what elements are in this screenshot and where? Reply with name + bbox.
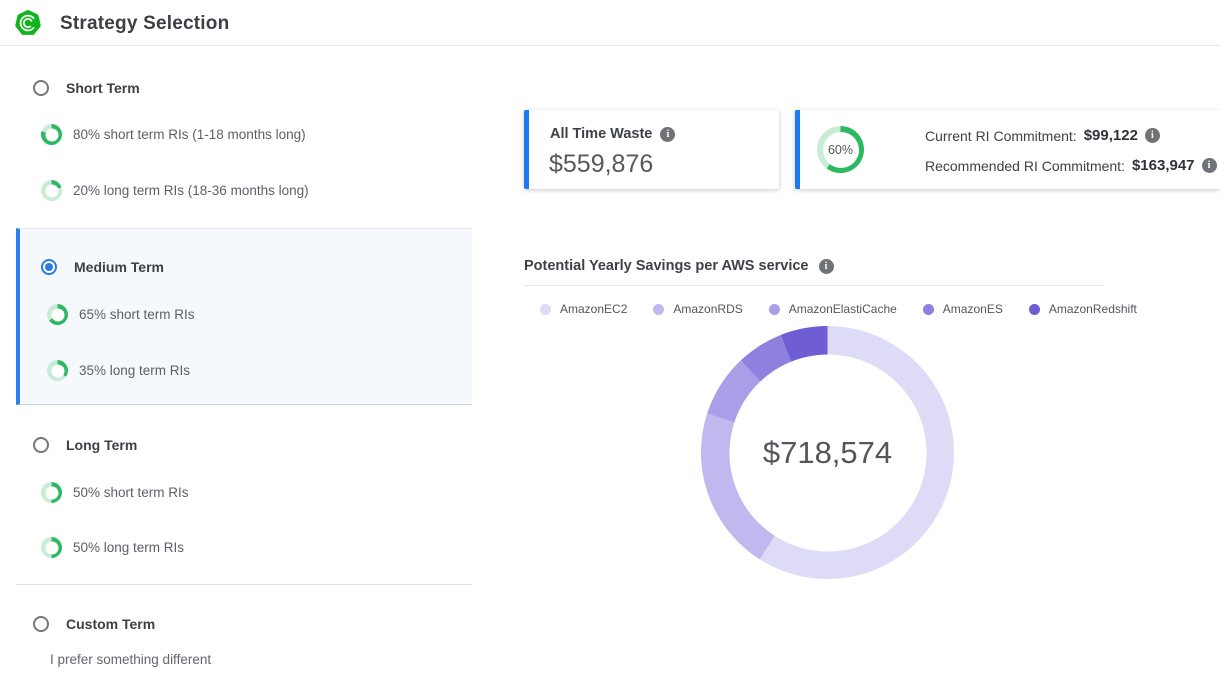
legend-item[interactable]: AmazonEC2: [540, 302, 627, 316]
all-time-waste-card: All Time Waste $559,876: [524, 110, 779, 189]
legend-item[interactable]: AmazonRedshift: [1029, 302, 1137, 316]
option-custom-term[interactable]: Custom Term: [33, 616, 155, 632]
percent-donut-icon: [41, 537, 62, 558]
savings-total-label: $718,574: [701, 326, 954, 579]
option-label: Medium Term: [74, 259, 164, 275]
info-icon[interactable]: [1202, 158, 1217, 173]
percent-donut-icon: [41, 180, 62, 201]
radio-medium-term[interactable]: [41, 259, 57, 275]
option-medium-term-panel[interactable]: Medium Term 65% short term RIs 35% long …: [16, 228, 472, 405]
savings-chart-section: Potential Yearly Savings per AWS service…: [524, 250, 1104, 316]
chart-title: Potential Yearly Savings per AWS service: [524, 258, 809, 274]
legend-label: AmazonRedshift: [1049, 302, 1137, 316]
ri-mix-label: 50% long term RIs: [73, 540, 184, 555]
ri-commitment-card: 60% Current RI Commitment: $99,122 Recom…: [795, 110, 1220, 189]
commitment-gauge-icon: 60%: [817, 126, 864, 173]
cloudcheckr-logo-icon: [14, 9, 42, 37]
legend-item[interactable]: AmazonES: [923, 302, 1003, 316]
ri-mix-row: 35% long term RIs: [47, 360, 190, 381]
current-commitment-label: Current RI Commitment:: [925, 128, 1077, 144]
percent-donut-icon: [47, 360, 68, 381]
option-label: Short Term: [66, 80, 140, 96]
gauge-percent-label: 60%: [817, 126, 864, 173]
ri-mix-row: 80% short term RIs (1-18 months long): [41, 124, 306, 145]
recommended-commitment-label: Recommended RI Commitment:: [925, 158, 1125, 174]
legend-dot-icon: [540, 304, 551, 315]
current-commitment-line: Current RI Commitment: $99,122: [925, 127, 1160, 144]
page-header: Strategy Selection: [0, 0, 1220, 46]
current-commitment-value: $99,122: [1084, 127, 1138, 144]
ri-mix-row: 50% long term RIs: [41, 537, 184, 558]
legend-dot-icon: [769, 304, 780, 315]
legend-item[interactable]: AmazonElastiCache: [769, 302, 897, 316]
custom-term-description: I prefer something different: [50, 652, 211, 667]
waste-card-label: All Time Waste: [550, 126, 652, 142]
radio-long-term[interactable]: [33, 437, 49, 453]
percent-donut-icon: [41, 482, 62, 503]
option-short-term[interactable]: Short Term: [33, 80, 140, 96]
recommended-commitment-value: $163,947: [1132, 157, 1195, 174]
ri-mix-row: 20% long term RIs (18-36 months long): [41, 180, 309, 201]
percent-donut-icon: [47, 304, 68, 325]
ri-mix-row: 50% short term RIs: [41, 482, 189, 503]
waste-card-value: $559,876: [549, 150, 653, 179]
option-long-term[interactable]: Long Term: [33, 437, 137, 453]
ri-mix-label: 65% short term RIs: [79, 307, 195, 322]
radio-custom-term[interactable]: [33, 616, 49, 632]
radio-short-term[interactable]: [33, 80, 49, 96]
option-label: Custom Term: [66, 616, 155, 632]
legend-label: AmazonElastiCache: [789, 302, 897, 316]
option-medium-term[interactable]: Medium Term: [41, 259, 164, 275]
page-title: Strategy Selection: [60, 13, 229, 35]
chart-legend: AmazonEC2 AmazonRDS AmazonElastiCache Amazo…: [524, 302, 1104, 316]
ri-mix-label: 80% short term RIs (1-18 months long): [73, 127, 306, 142]
ri-mix-label: 20% long term RIs (18-36 months long): [73, 183, 309, 198]
section-divider: [16, 584, 472, 585]
savings-donut-ring[interactable]: $718,574: [701, 326, 954, 579]
info-icon[interactable]: [1145, 128, 1160, 143]
chart-divider: [524, 285, 1104, 286]
legend-dot-icon: [923, 304, 934, 315]
legend-label: AmazonES: [943, 302, 1003, 316]
option-label: Long Term: [66, 437, 137, 453]
legend-label: AmazonRDS: [673, 302, 742, 316]
legend-dot-icon: [1029, 304, 1040, 315]
legend-label: AmazonEC2: [560, 302, 627, 316]
legend-dot-icon: [653, 304, 664, 315]
percent-donut-icon: [41, 124, 62, 145]
recommended-commitment-line: Recommended RI Commitment: $163,947: [925, 157, 1217, 174]
ri-mix-label: 35% long term RIs: [79, 363, 190, 378]
legend-item[interactable]: AmazonRDS: [653, 302, 742, 316]
ri-mix-label: 50% short term RIs: [73, 485, 189, 500]
info-icon[interactable]: [660, 127, 675, 142]
info-icon[interactable]: [819, 259, 834, 274]
strategy-selection-page: Strategy Selection Short Term 80% short …: [0, 0, 1220, 691]
ri-mix-row: 65% short term RIs: [47, 304, 195, 325]
